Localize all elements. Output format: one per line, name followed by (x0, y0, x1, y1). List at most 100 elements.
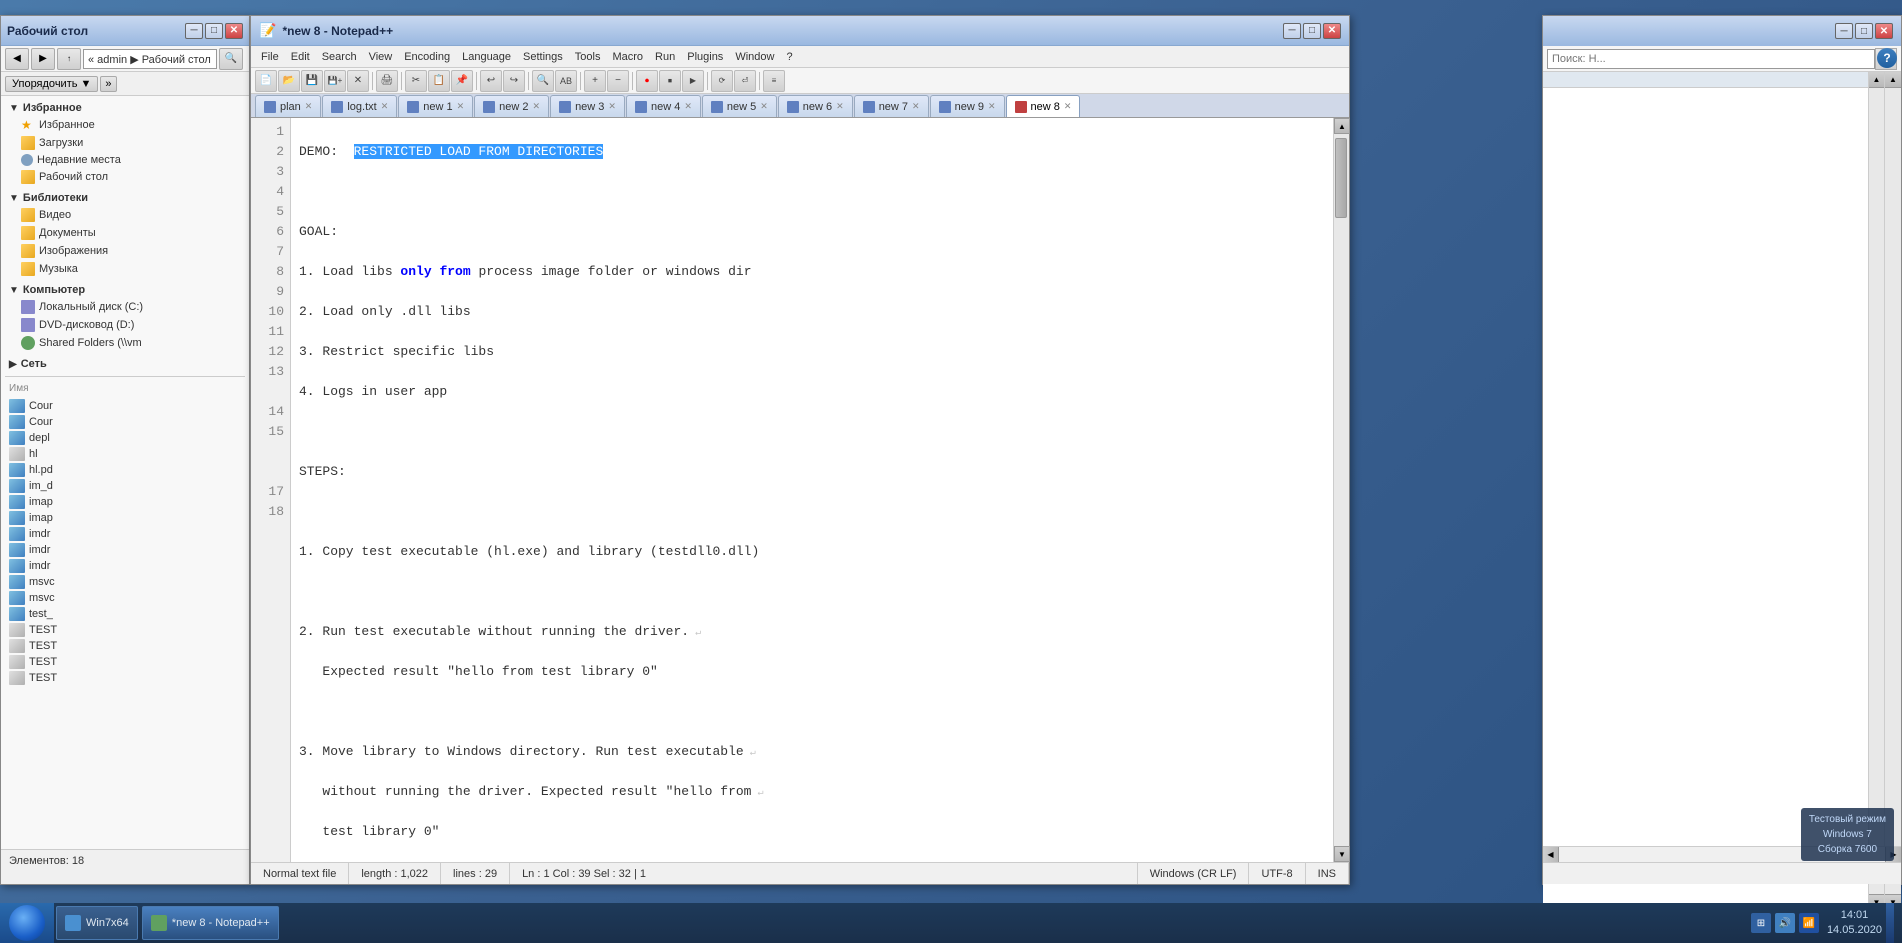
tab-new1-close[interactable]: ✕ (457, 101, 465, 112)
menu-encoding[interactable]: Encoding (398, 49, 456, 65)
menu-plugins[interactable]: Plugins (681, 49, 729, 65)
file-item[interactable]: TEST (5, 670, 245, 686)
file-item[interactable]: hl.pd (5, 462, 245, 478)
tab-new1[interactable]: new 1 ✕ (398, 95, 473, 117)
right-scrollbar-up[interactable]: ▲ (1869, 72, 1884, 88)
toolbar-paste-button[interactable]: 📌 (451, 70, 473, 92)
file-item[interactable]: msvc (5, 590, 245, 606)
menu-macro[interactable]: Macro (606, 49, 649, 65)
show-desktop-button[interactable] (1886, 903, 1894, 943)
tab-new9-close[interactable]: ✕ (988, 101, 996, 112)
menu-settings[interactable]: Settings (517, 49, 569, 65)
toolbar-extra-button[interactable]: ≡ (763, 70, 785, 92)
editor-content[interactable]: DEMO: RESTRICTED LOAD FROM DIRECTORIES G… (291, 118, 1333, 862)
right-panel-scrollbar2[interactable]: ▲ ▼ (1885, 72, 1901, 910)
explorer-forward-button[interactable]: ▶ (31, 48, 55, 70)
editor-vertical-scrollbar[interactable]: ▲ ▼ (1333, 118, 1349, 862)
right-scrollbar2-up[interactable]: ▲ (1885, 72, 1901, 88)
file-item[interactable]: msvc (5, 574, 245, 590)
menu-search[interactable]: Search (316, 49, 363, 65)
explorer-up-button[interactable]: ↑ (57, 48, 81, 70)
right-panel-close-button[interactable]: ✕ (1875, 23, 1893, 39)
tray-icon-2[interactable]: 🔊 (1775, 913, 1795, 933)
sidebar-item-downloads[interactable]: Загрузки (5, 134, 245, 152)
file-item[interactable]: TEST (5, 638, 245, 654)
tab-new8[interactable]: new 8 ✕ (1006, 95, 1081, 117)
menu-view[interactable]: View (363, 49, 399, 65)
file-item[interactable]: hl (5, 446, 245, 462)
start-button[interactable] (0, 903, 54, 943)
menu-tools[interactable]: Tools (569, 49, 607, 65)
organize-button[interactable]: Упорядочить ▼ (5, 76, 98, 92)
toolbar-find-button[interactable]: 🔍 (532, 70, 554, 92)
menu-file[interactable]: File (255, 49, 285, 65)
toolbar-copy-button[interactable]: 📋 (428, 70, 450, 92)
tab-new3[interactable]: new 3 ✕ (550, 95, 625, 117)
notepad-close-button[interactable]: ✕ (1323, 23, 1341, 39)
tab-new2[interactable]: new 2 ✕ (474, 95, 549, 117)
scrollbar-track[interactable] (1334, 134, 1349, 830)
sidebar-item-video[interactable]: Видео (5, 206, 245, 224)
explorer-more-button[interactable]: » (100, 76, 116, 92)
sidebar-item-desktop[interactable]: Рабочий стол (5, 168, 245, 186)
explorer-search-button[interactable]: 🔍 (219, 48, 243, 70)
toolbar-undo-button[interactable]: ↩ (480, 70, 502, 92)
tab-new5[interactable]: new 5 ✕ (702, 95, 777, 117)
toolbar-zoom-in-button[interactable]: + (584, 70, 606, 92)
explorer-address-bar[interactable]: « admin ▶ Рабочий стол (83, 49, 217, 69)
toolbar-cut-button[interactable]: ✂ (405, 70, 427, 92)
menu-window[interactable]: Window (729, 49, 780, 65)
scrollbar-thumb[interactable] (1335, 138, 1347, 218)
explorer-minimize-button[interactable]: ─ (185, 23, 203, 39)
file-item[interactable]: imdr (5, 542, 245, 558)
sidebar-item-shared[interactable]: Shared Folders (\\vm (5, 334, 245, 352)
menu-run[interactable]: Run (649, 49, 681, 65)
tab-new4-close[interactable]: ✕ (684, 101, 692, 112)
toolbar-zoom-out-button[interactable]: − (607, 70, 629, 92)
menu-edit[interactable]: Edit (285, 49, 316, 65)
tab-new6-close[interactable]: ✕ (836, 101, 844, 112)
sidebar-item-d-drive[interactable]: DVD-дисковод (D:) (5, 316, 245, 334)
toolbar-macro-record-button[interactable]: ⏺ (636, 70, 658, 92)
right-scrollbar2-track[interactable] (1885, 88, 1901, 894)
right-scrollbar-track[interactable] (1869, 88, 1884, 894)
file-item[interactable]: imdr (5, 558, 245, 574)
file-item[interactable]: imdr (5, 526, 245, 542)
sidebar-item-recent[interactable]: Недавние места (5, 152, 245, 168)
sidebar-item-favorites[interactable]: ★ Избранное (5, 116, 245, 134)
explorer-close-button[interactable]: ✕ (225, 23, 243, 39)
right-panel-minimize-button[interactable]: ─ (1835, 23, 1853, 39)
tab-new7-close[interactable]: ✕ (912, 101, 920, 112)
sidebar-item-images[interactable]: Изображения (5, 242, 245, 260)
file-item[interactable]: imap (5, 510, 245, 526)
file-item[interactable]: test_ (5, 606, 245, 622)
taskbar-item-explorer[interactable]: Win7x64 (56, 906, 138, 940)
toolbar-save-all-button[interactable]: 💾+ (324, 70, 346, 92)
sidebar-item-c-drive[interactable]: Локальный диск (C:) (5, 298, 245, 316)
tab-new7[interactable]: new 7 ✕ (854, 95, 929, 117)
file-item[interactable]: Cour (5, 414, 245, 430)
file-item[interactable]: imap (5, 494, 245, 510)
tab-new9[interactable]: new 9 ✕ (930, 95, 1005, 117)
tab-log-close[interactable]: ✕ (381, 101, 389, 112)
toolbar-macro-stop-button[interactable]: ⏹ (659, 70, 681, 92)
sidebar-item-music[interactable]: Музыка (5, 260, 245, 278)
right-panel-search-input[interactable] (1547, 49, 1875, 69)
toolbar-wrap-button[interactable]: ⏎ (734, 70, 756, 92)
file-item[interactable]: Cour (5, 398, 245, 414)
file-item[interactable]: TEST (5, 654, 245, 670)
scrollbar-down-button[interactable]: ▼ (1334, 846, 1350, 862)
toolbar-open-button[interactable]: 📂 (278, 70, 300, 92)
tab-new2-close[interactable]: ✕ (533, 101, 541, 112)
scrollbar-up-button[interactable]: ▲ (1334, 118, 1350, 134)
toolbar-save-button[interactable]: 💾 (301, 70, 323, 92)
sidebar-network-header[interactable]: ▶ Сеть (5, 356, 245, 372)
help-button[interactable]: ? (1877, 48, 1897, 68)
toolbar-sync-button[interactable]: ⟳ (711, 70, 733, 92)
system-clock[interactable]: 14:01 14.05.2020 (1827, 908, 1882, 939)
menu-help[interactable]: ? (780, 49, 798, 65)
right-panel-maximize-button[interactable]: □ (1855, 23, 1873, 39)
tray-icon-1[interactable]: ⊞ (1751, 913, 1771, 933)
tab-new3-close[interactable]: ✕ (608, 101, 616, 112)
sidebar-item-documents[interactable]: Документы (5, 224, 245, 242)
